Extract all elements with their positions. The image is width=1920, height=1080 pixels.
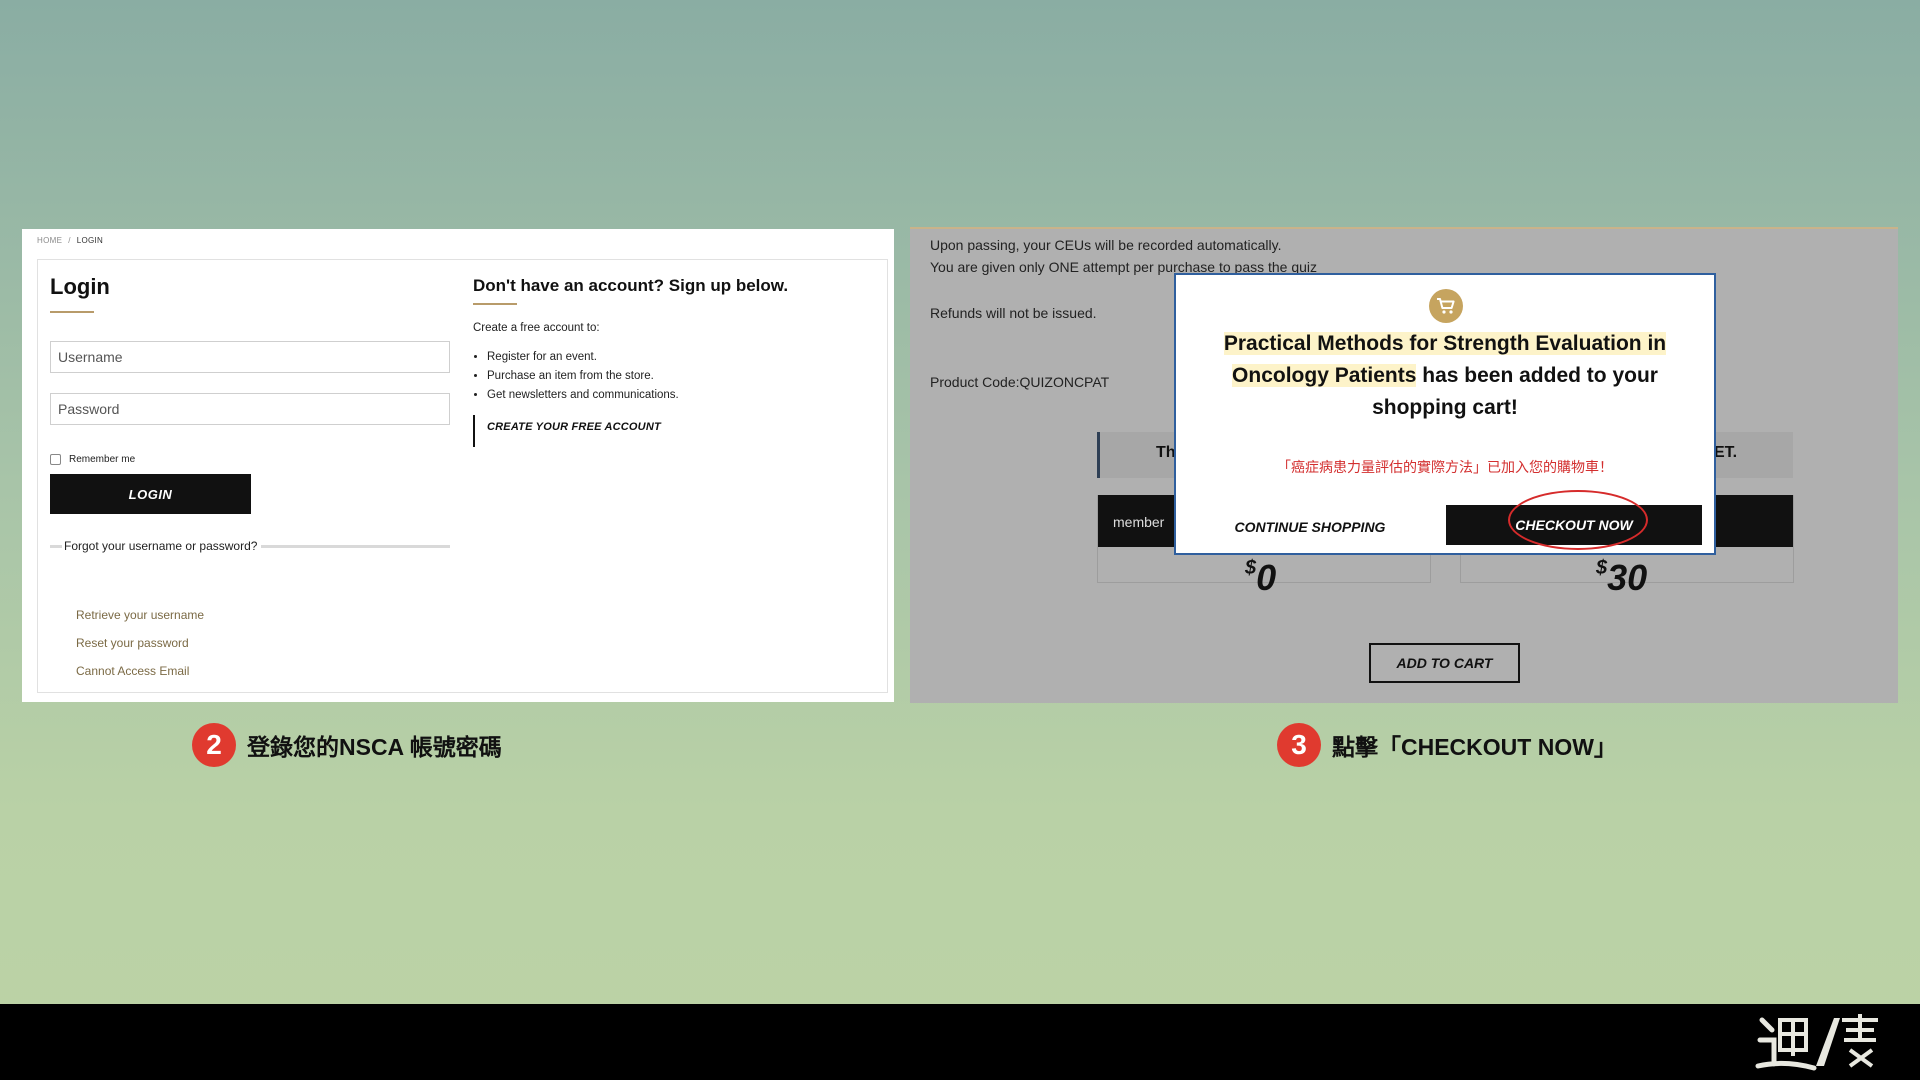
info-line: Upon passing, your CEUs will be recorded… bbox=[930, 237, 1282, 253]
added-to-cart-modal: Practical Methods for Strength Evaluatio… bbox=[1174, 273, 1716, 555]
forgot-text: Forgot your username or password? bbox=[64, 539, 258, 553]
highlight-ellipse bbox=[1508, 490, 1648, 550]
product-code: Product Code:QUIZONCPAT bbox=[930, 374, 1110, 390]
cart-icon bbox=[1429, 289, 1463, 323]
login-button[interactable]: LOGIN bbox=[50, 474, 251, 514]
caption-step-3: 3 點擊「CHECKOUT NOW」 bbox=[1277, 723, 1617, 767]
member-label: member bbox=[1113, 514, 1165, 530]
breadcrumb: HOME / LOGIN bbox=[37, 236, 104, 245]
signup-benefits: Register for an event. Purchase an item … bbox=[473, 348, 679, 405]
username-input[interactable] bbox=[50, 341, 450, 373]
checkout-screenshot: Upon passing, your CEUs will be recorded… bbox=[910, 227, 1898, 703]
create-account-link[interactable]: CREATE YOUR FREE ACCOUNT bbox=[473, 415, 661, 447]
remember-me[interactable]: Remember me bbox=[50, 454, 135, 465]
cannot-access-email-link[interactable]: Cannot Access Email bbox=[76, 664, 189, 678]
breadcrumb-home[interactable]: HOME bbox=[37, 236, 62, 245]
price-member: $0 bbox=[1245, 557, 1277, 598]
login-screenshot: HOME/LOGIN Login Remember me LOGIN Forgo… bbox=[22, 229, 894, 702]
list-item: Purchase an item from the store. bbox=[487, 367, 679, 386]
caption-text: 點擊「CHECKOUT NOW」 bbox=[1332, 734, 1617, 760]
step-number: 2 bbox=[192, 723, 236, 767]
tab-right-label: ET. bbox=[1714, 444, 1738, 461]
list-item: Get newsletters and communications. bbox=[487, 386, 679, 405]
list-item: Register for an event. bbox=[487, 348, 679, 367]
signup-title: Don't have an account? Sign up below. bbox=[473, 276, 789, 295]
continue-shopping-button[interactable]: CONTINUE SHOPPING bbox=[1224, 507, 1396, 547]
forgot-heading: Forgot your username or password? bbox=[50, 539, 450, 553]
retrieve-username-link[interactable]: Retrieve your username bbox=[76, 608, 204, 622]
remember-checkbox[interactable] bbox=[50, 454, 61, 465]
caption-text: 登錄您的NSCA 帳號密碼 bbox=[247, 734, 502, 760]
add-to-cart-button[interactable]: ADD TO CART bbox=[1369, 643, 1520, 683]
step-number: 3 bbox=[1277, 723, 1321, 767]
brand-logo bbox=[1754, 1010, 1884, 1074]
breadcrumb-current: LOGIN bbox=[76, 236, 104, 245]
tab-left-label: Th bbox=[1156, 444, 1176, 461]
signup-intro: Create a free account to: bbox=[473, 322, 600, 334]
login-title: Login bbox=[50, 274, 110, 299]
price-nonmember: $30 bbox=[1596, 557, 1648, 598]
caption-step-2: 2 登錄您的NSCA 帳號密碼 bbox=[192, 723, 502, 767]
info-line: Refunds will not be issued. bbox=[930, 305, 1097, 321]
reset-password-link[interactable]: Reset your password bbox=[76, 636, 189, 650]
bottom-bar bbox=[0, 1004, 1920, 1080]
title-underline bbox=[50, 311, 94, 313]
modal-message: Practical Methods for Strength Evaluatio… bbox=[1196, 328, 1694, 424]
signup-underline bbox=[473, 303, 517, 305]
zh-notice: 「癌症病患力量評估的實際方法」已加入您的購物車！ bbox=[1277, 459, 1613, 475]
remember-label: Remember me bbox=[69, 454, 136, 465]
password-input[interactable] bbox=[50, 393, 450, 425]
login-card: Login Remember me LOGIN Forgot your user… bbox=[37, 259, 888, 693]
